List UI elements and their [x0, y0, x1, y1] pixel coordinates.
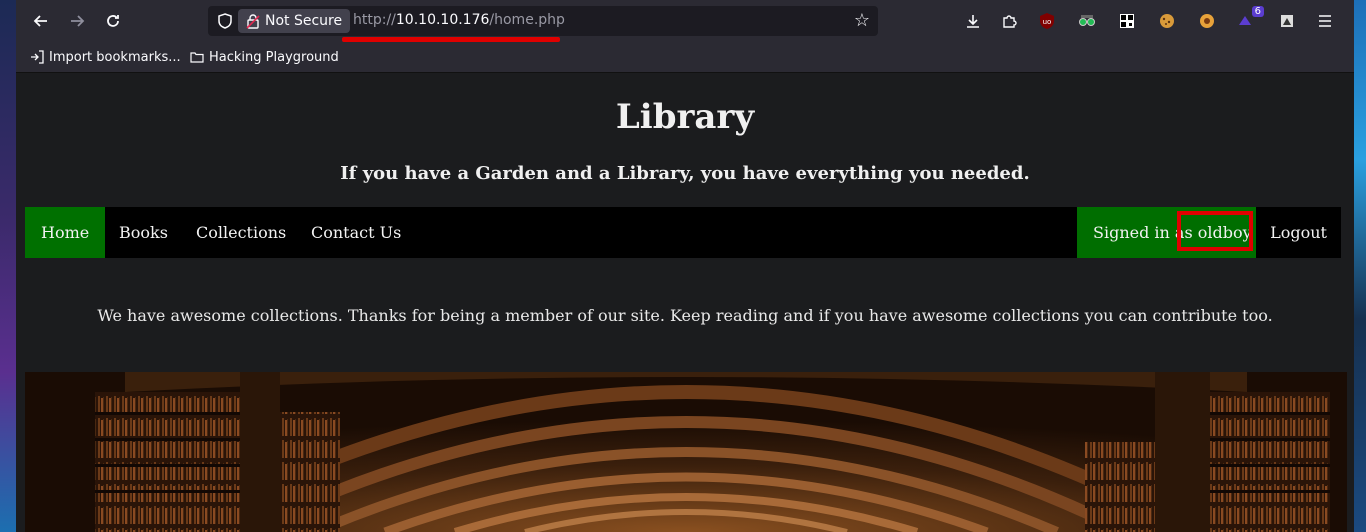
url-host: 10.10.10.176	[395, 12, 490, 28]
ublock-origin-icon[interactable]: uo	[1036, 10, 1058, 32]
desktop-wallpaper-left	[0, 0, 16, 532]
back-button[interactable]	[28, 8, 54, 34]
reload-icon	[107, 15, 119, 27]
menu-hamburger-icon[interactable]	[1314, 10, 1336, 32]
bookmark-folder-hacking-playground[interactable]: Hacking Playground	[190, 48, 339, 66]
reload-button[interactable]	[100, 8, 126, 34]
bookmark-star-icon[interactable]: ☆	[854, 10, 870, 31]
web-page: Library If you have a Garden and a Libra…	[16, 73, 1354, 532]
bookmark-import[interactable]: Import bookmarks...	[30, 48, 181, 66]
extensions-puzzle-icon[interactable]	[998, 10, 1020, 32]
desktop-wallpaper-right	[1354, 0, 1366, 532]
foxyproxy-icon[interactable]: 6	[1234, 6, 1264, 32]
browser-toolbar: Not Secure http://10.10.10.176/home.php …	[16, 0, 1354, 42]
bookmark-import-label: Import bookmarks...	[49, 49, 181, 65]
url-path: /home.php	[489, 12, 565, 28]
tracking-protection-icon[interactable]	[216, 12, 234, 30]
bookmarks-toolbar: Import bookmarks... Hacking Playground	[16, 42, 1354, 73]
svg-text:uo: uo	[1043, 18, 1052, 26]
site-tagline: If you have a Garden and a Library, you …	[340, 163, 1030, 184]
nav-logout[interactable]: Logout	[1256, 207, 1341, 258]
cookie-editor-icon[interactable]	[1156, 10, 1178, 32]
site-title: Library	[615, 97, 755, 137]
bookmark-folder-label: Hacking Playground	[209, 49, 339, 65]
cookie-manager-icon[interactable]	[1196, 10, 1218, 32]
insecure-lock-icon	[246, 14, 260, 29]
forward-button[interactable]	[64, 8, 90, 34]
security-label: Not Secure	[265, 13, 343, 29]
wappalyzer-icon[interactable]	[1276, 10, 1298, 32]
url-text[interactable]: http://10.10.10.176/home.php	[353, 12, 565, 28]
site-security-indicator[interactable]: Not Secure	[238, 9, 351, 33]
welcome-message: We have awesome collections. Thanks for …	[97, 306, 1273, 325]
nav-books[interactable]: Books	[103, 207, 184, 258]
downloads-icon[interactable]	[962, 10, 984, 32]
site-navbar: Home Books Collections Contact Us Signed…	[25, 207, 1341, 258]
folder-icon	[190, 52, 204, 63]
nav-collections[interactable]: Collections	[180, 207, 302, 258]
url-scheme: http://	[353, 12, 396, 28]
back-arrow-icon	[33, 15, 47, 27]
username-annotation-box	[1177, 211, 1253, 251]
nav-home[interactable]: Home	[25, 207, 106, 258]
url-bar[interactable]: Not Secure http://10.10.10.176/home.php …	[208, 6, 878, 36]
browser-window: Not Secure http://10.10.10.176/home.php …	[16, 0, 1354, 532]
import-icon	[31, 50, 44, 64]
extension-badge: 6	[1251, 6, 1264, 17]
nav-contact-us[interactable]: Contact Us	[295, 207, 417, 258]
forward-arrow-icon	[71, 15, 85, 27]
qr-code-extension-icon[interactable]	[1116, 10, 1138, 32]
spy-glasses-extension-icon[interactable]	[1076, 10, 1098, 32]
library-hero-image	[25, 372, 1347, 532]
